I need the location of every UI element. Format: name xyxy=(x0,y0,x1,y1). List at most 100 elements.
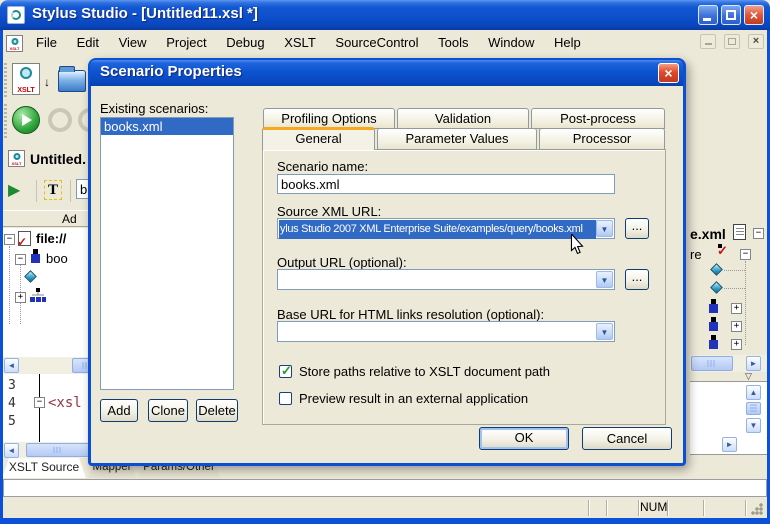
expand-expander-icon[interactable]: + xyxy=(731,303,742,314)
minimize-button[interactable] xyxy=(698,5,718,25)
application-window: Stylus Studio - [Untitled11.xsl *] × XSL… xyxy=(0,0,770,524)
text-highlight-icon[interactable]: T xyxy=(44,180,62,200)
tab-post-process[interactable]: Post-process xyxy=(531,108,665,129)
mdi-close-button[interactable]: × xyxy=(748,34,764,49)
scroll-thumb[interactable] xyxy=(746,402,761,415)
collapse-expander-icon[interactable]: − xyxy=(4,234,15,245)
window-border-left xyxy=(0,30,3,524)
dropdown-arrow-icon[interactable]: ▼ xyxy=(596,220,613,237)
collapse-expander-icon[interactable]: − xyxy=(740,249,751,260)
thumb-ridges xyxy=(708,360,717,367)
menu-sourcecontrol[interactable]: SourceControl xyxy=(327,30,426,56)
source-xml-url-combo[interactable]: ylus Studio 2007 XML Enterprise Suite/ex… xyxy=(277,218,615,239)
dropdown-arrow-icon[interactable]: ▼ xyxy=(596,271,613,288)
run-scenario-icon[interactable]: ▶ xyxy=(8,180,20,200)
tab-xslt-source[interactable]: XSLT Source xyxy=(2,458,86,478)
editor-hscrollbar[interactable]: ◄ xyxy=(0,442,90,458)
line-number: 5 xyxy=(8,414,16,429)
scroll-right-icon[interactable]: ► xyxy=(722,437,737,452)
collapse-expander-icon[interactable]: − xyxy=(753,228,764,239)
browse-source-button[interactable]: ... xyxy=(625,218,649,239)
expand-expander-icon[interactable]: + xyxy=(15,292,26,303)
scenario-name-input[interactable]: books.xml xyxy=(277,174,615,194)
menu-window[interactable]: Window xyxy=(480,30,542,56)
menu-help[interactable]: Help xyxy=(546,30,589,56)
debug-run-icon[interactable] xyxy=(12,106,40,134)
scroll-thumb[interactable] xyxy=(26,443,90,457)
scroll-left-icon[interactable]: ◄ xyxy=(4,443,19,458)
tab-processor[interactable]: Processor xyxy=(539,128,665,150)
scenario-list-item-selected[interactable]: books.xml xyxy=(101,118,233,135)
xslt-source-editor[interactable]: 3 4 5 − <xsl xyxy=(0,374,90,442)
menu-xslt[interactable]: XSLT xyxy=(276,30,324,56)
base-url-combo[interactable]: ▼ xyxy=(277,321,615,342)
collapse-expander-icon[interactable]: − xyxy=(15,254,26,265)
toolbar-grip[interactable] xyxy=(4,104,7,138)
tab-general[interactable]: General xyxy=(262,127,375,150)
menu-project[interactable]: Project xyxy=(158,30,214,56)
maximize-button[interactable] xyxy=(721,5,741,25)
expand-expander-icon[interactable]: + xyxy=(731,339,742,350)
resize-grip[interactable] xyxy=(751,503,763,515)
new-xslt-toolbar-icon[interactable]: XSLT xyxy=(12,63,40,95)
scroll-left-icon[interactable]: ◄ xyxy=(4,358,19,373)
close-button[interactable]: × xyxy=(744,5,764,25)
source-xml-url-selected-text: ylus Studio 2007 XML Enterprise Suite/ex… xyxy=(279,220,596,239)
delete-button[interactable]: Delete xyxy=(196,399,238,422)
scenario-listbox[interactable]: books.xml xyxy=(100,117,234,390)
right-lower-panel: ▲ ▼ ► xyxy=(690,381,767,455)
menu-debug[interactable]: Debug xyxy=(218,30,272,56)
line-number: 3 xyxy=(8,378,16,393)
dropdown-arrow-icon[interactable]: ▼ xyxy=(596,323,613,340)
toolbar-separator xyxy=(36,180,37,202)
code-fold-icon[interactable]: − xyxy=(34,397,45,408)
preview-external-checkbox[interactable] xyxy=(279,392,292,405)
structure-map-icon xyxy=(30,288,46,304)
toolbar-grip[interactable] xyxy=(4,63,7,97)
mdi-minimize-button[interactable] xyxy=(700,34,716,49)
menu-edit[interactable]: Edit xyxy=(69,30,107,56)
import-arrow-icon[interactable]: ↓ xyxy=(44,75,50,89)
document-tab-title: Untitled. xyxy=(30,151,86,167)
add-button[interactable]: Add xyxy=(100,399,138,422)
schema-tree-panel: − file:// − boo + xyxy=(0,228,90,357)
doc-lines xyxy=(736,228,744,236)
tree-child-label[interactable]: boo xyxy=(46,251,68,266)
ok-button[interactable]: OK xyxy=(479,427,569,450)
open-folder-icon[interactable] xyxy=(58,70,86,92)
swirl-glyph xyxy=(13,153,20,160)
menu-file[interactable]: File xyxy=(28,30,65,56)
scroll-down-icon[interactable]: ▼ xyxy=(746,418,761,433)
tab-profiling-options[interactable]: Profiling Options xyxy=(263,108,395,129)
fold-margin-line xyxy=(39,374,40,442)
right-tree-hscrollbar[interactable]: ► xyxy=(690,355,767,372)
cancel-button[interactable]: Cancel xyxy=(582,427,672,450)
status-separator xyxy=(703,500,704,516)
store-paths-label[interactable]: Store paths relative to XSLT document pa… xyxy=(299,364,550,379)
dialog-titlebar[interactable]: Scenario Properties × xyxy=(90,60,683,86)
clone-button[interactable]: Clone xyxy=(148,399,188,422)
tab-parameter-values[interactable]: Parameter Values xyxy=(377,128,537,150)
scroll-up-icon[interactable]: ▲ xyxy=(746,385,761,400)
store-paths-checkbox[interactable]: ✓ xyxy=(279,365,292,378)
right-doc-title: e.xml xyxy=(690,226,726,242)
swirl-glyph xyxy=(11,10,21,20)
browse-output-button[interactable]: ... xyxy=(625,269,649,290)
tree-root-label[interactable]: file:// xyxy=(36,231,66,246)
dialog-close-button[interactable]: × xyxy=(658,63,679,83)
base-url-label: Base URL for HTML links resolution (opti… xyxy=(277,307,544,322)
scroll-thumb[interactable] xyxy=(691,356,733,371)
menu-view[interactable]: View xyxy=(111,30,155,56)
close-icon: × xyxy=(745,6,763,24)
tab-validation[interactable]: Validation xyxy=(397,108,529,129)
output-url-combo[interactable]: ▼ xyxy=(277,269,615,290)
preview-external-label[interactable]: Preview result in an external applicatio… xyxy=(299,391,528,406)
menu-items: File Edit View Project Debug XSLT Source… xyxy=(28,30,589,56)
tree-connector xyxy=(745,261,746,345)
tree-hscrollbar[interactable]: ◄ xyxy=(0,357,90,374)
menu-tools[interactable]: Tools xyxy=(430,30,476,56)
scroll-right-icon[interactable]: ► xyxy=(746,356,761,371)
mdi-restore-button[interactable] xyxy=(724,34,740,49)
expand-expander-icon[interactable]: + xyxy=(731,321,742,332)
right-tree-label[interactable]: re xyxy=(690,247,702,262)
